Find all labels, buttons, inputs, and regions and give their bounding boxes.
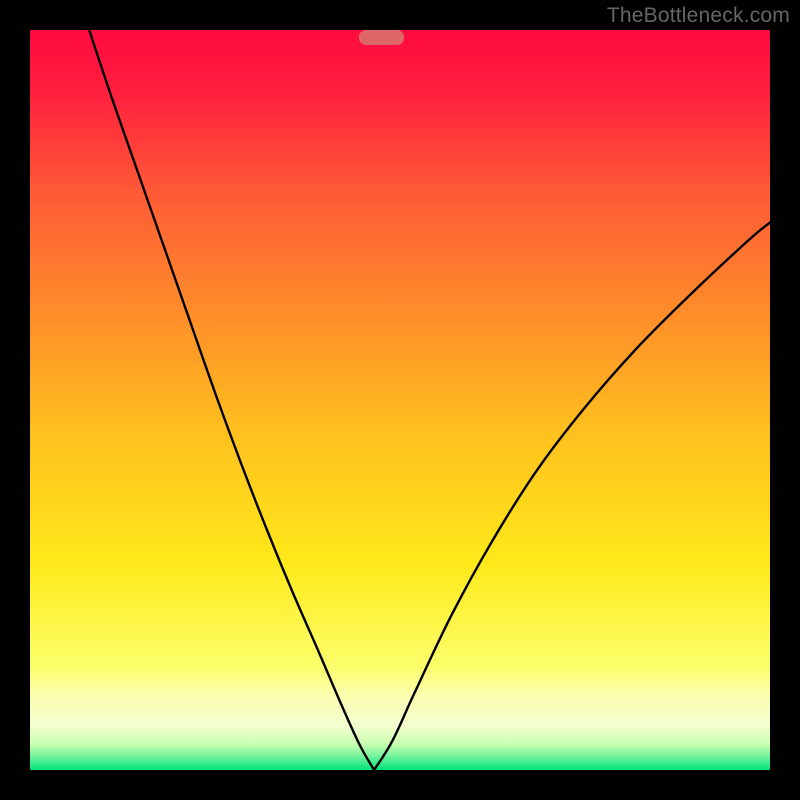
curve-left-branch (89, 30, 374, 770)
watermark-text: TheBottleneck.com (607, 4, 790, 28)
bottleneck-curve (30, 30, 770, 770)
curve-right-branch (374, 222, 770, 770)
plot-area (30, 30, 770, 770)
chart-frame: TheBottleneck.com (0, 0, 800, 800)
